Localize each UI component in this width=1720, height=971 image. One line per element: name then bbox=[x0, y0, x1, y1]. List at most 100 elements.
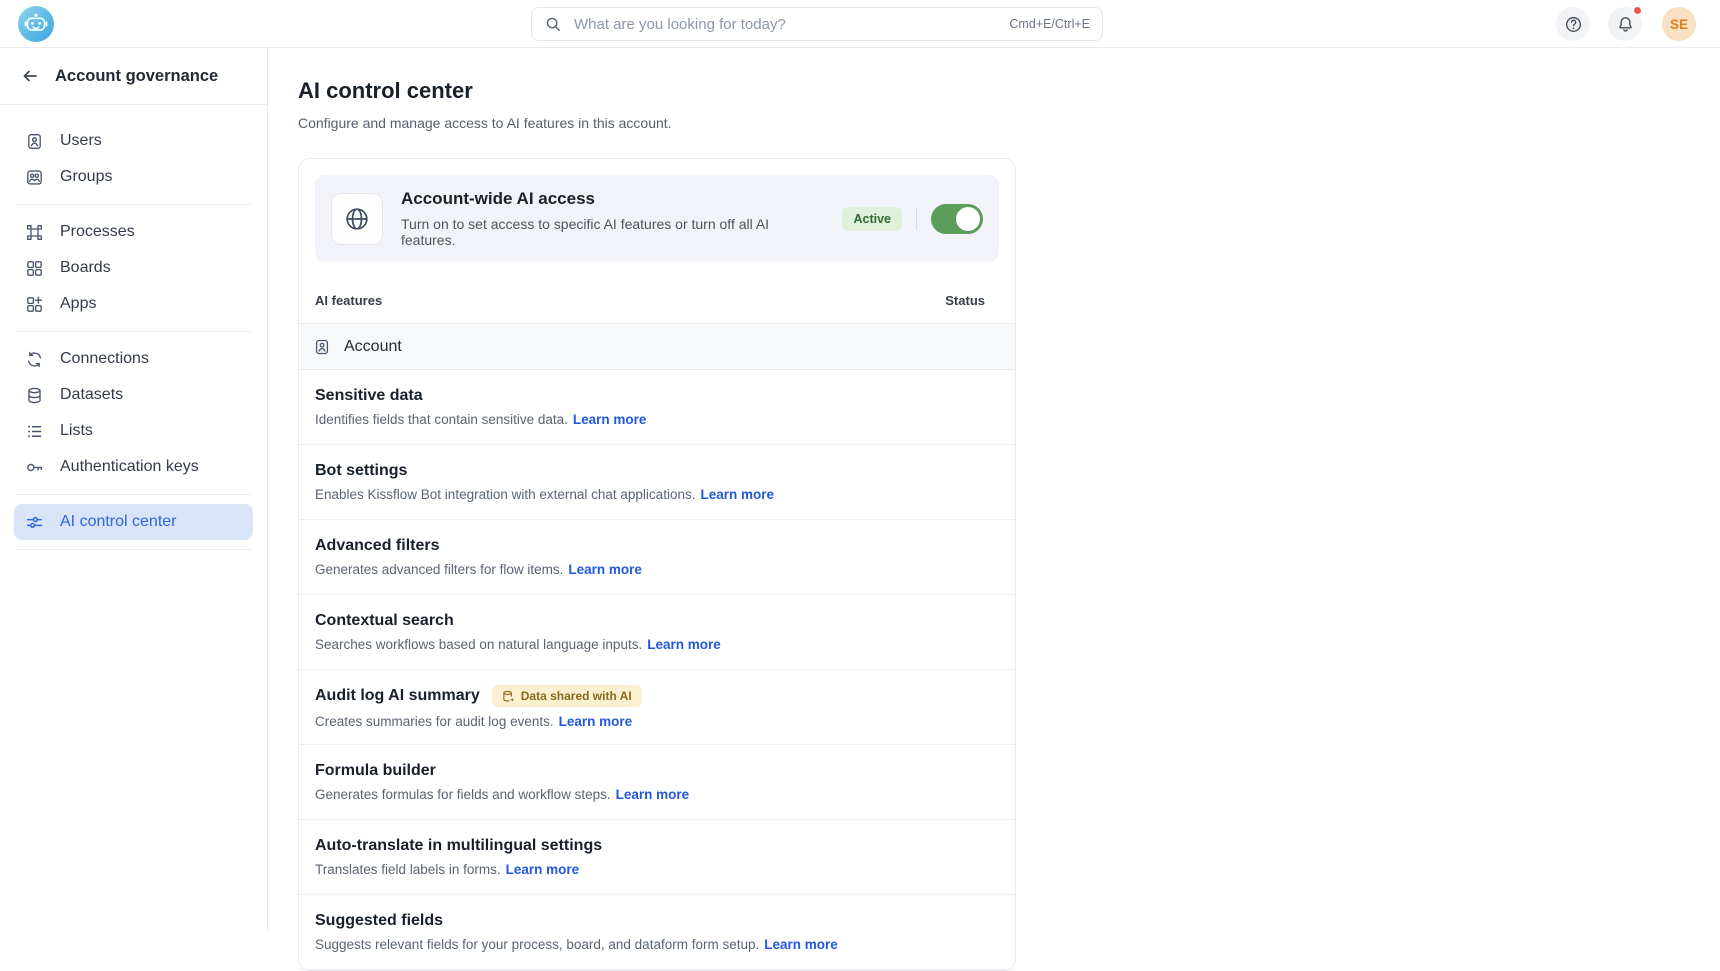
users-group-icon bbox=[25, 168, 44, 187]
lists-icon bbox=[25, 422, 44, 441]
table-header: AI features Status bbox=[299, 278, 1015, 324]
feature-name: Audit log AI summary bbox=[315, 687, 480, 705]
learn-more-link[interactable]: Learn more bbox=[568, 562, 642, 577]
column-ai-features: AI features bbox=[315, 293, 382, 308]
help-button[interactable] bbox=[1556, 7, 1590, 41]
page-subtitle: Configure and manage access to AI featur… bbox=[298, 115, 1720, 131]
sidebar-item-label: Authentication keys bbox=[60, 458, 199, 476]
sidebar-item-datasets[interactable]: Datasets bbox=[14, 377, 253, 413]
apps-icon bbox=[25, 295, 44, 314]
feature-name: Formula builder bbox=[315, 762, 436, 780]
question-icon bbox=[1564, 15, 1583, 34]
learn-more-link[interactable]: Learn more bbox=[764, 937, 838, 952]
user-avatar[interactable]: SE bbox=[1662, 7, 1696, 41]
feature-name: Auto-translate in multilingual settings bbox=[315, 837, 602, 855]
feature-name: Contextual search bbox=[315, 612, 454, 630]
access-card-title: Account-wide AI access bbox=[401, 189, 824, 209]
back-arrow-icon[interactable] bbox=[20, 66, 40, 86]
table-row-audit-log-ai-summary: Audit log AI summary Data shared with AI… bbox=[299, 670, 1015, 745]
search-input[interactable] bbox=[572, 15, 1009, 34]
sidebar: Account governance Users Groups Processe… bbox=[0, 48, 268, 930]
sliders-icon bbox=[25, 513, 44, 532]
database-sparkle-icon bbox=[502, 690, 515, 703]
feature-description: Enables Kissflow Bot integration with ex… bbox=[315, 487, 774, 502]
feature-description: Generates formulas for fields and workfl… bbox=[315, 787, 689, 802]
sidebar-item-label: Processes bbox=[60, 223, 135, 241]
divider bbox=[16, 494, 251, 495]
status-badge: Active bbox=[842, 207, 902, 231]
feature-description: Creates summaries for audit log events.L… bbox=[315, 714, 642, 729]
feature-name: Bot settings bbox=[315, 462, 407, 480]
datasets-icon bbox=[25, 386, 44, 405]
sidebar-item-label: Boards bbox=[60, 259, 111, 277]
account-wide-ai-access-panel: Account-wide AI access Turn on to set ac… bbox=[315, 175, 999, 262]
notifications-button[interactable] bbox=[1608, 7, 1642, 41]
column-status: Status bbox=[945, 293, 985, 308]
learn-more-link[interactable]: Learn more bbox=[616, 787, 690, 802]
table-row-suggested-fields: Suggested fields Suggests relevant field… bbox=[299, 895, 1015, 970]
sidebar-item-label: Connections bbox=[60, 350, 149, 368]
table-row-sensitive-data: Sensitive data Identifies fields that co… bbox=[299, 370, 1015, 445]
sidebar-item-users[interactable]: Users bbox=[14, 123, 253, 159]
sidebar-item-label: Lists bbox=[60, 422, 93, 440]
feature-description: Identifies fields that contain sensitive… bbox=[315, 412, 646, 427]
learn-more-link[interactable]: Learn more bbox=[506, 862, 580, 877]
learn-more-link[interactable]: Learn more bbox=[573, 412, 647, 427]
learn-more-link[interactable]: Learn more bbox=[647, 637, 721, 652]
table-row-advanced-filters: Advanced filters Generates advanced filt… bbox=[299, 520, 1015, 595]
feature-name: Sensitive data bbox=[315, 387, 423, 405]
key-icon bbox=[25, 458, 44, 477]
table-row-bot-settings: Bot settings Enables Kissflow Bot integr… bbox=[299, 445, 1015, 520]
account-wide-ai-toggle[interactable] bbox=[931, 204, 983, 234]
feature-description: Suggests relevant fields for your proces… bbox=[315, 937, 838, 952]
sidebar-item-label: Datasets bbox=[60, 386, 123, 404]
sidebar-header: Account governance bbox=[0, 48, 267, 105]
learn-more-link[interactable]: Learn more bbox=[700, 487, 774, 502]
divider bbox=[16, 331, 251, 332]
access-card-description: Turn on to set access to specific AI fea… bbox=[401, 216, 824, 248]
sidebar-item-ai-control-center[interactable]: AI control center bbox=[14, 504, 253, 540]
boards-icon bbox=[25, 259, 44, 278]
table-row-auto-translate-in-multilingual-settings: Auto-translate in multilingual settings … bbox=[299, 820, 1015, 895]
globe-icon bbox=[331, 193, 383, 245]
search-shortcut-hint: Cmd+E/Ctrl+E bbox=[1009, 17, 1090, 31]
connections-icon bbox=[25, 350, 44, 369]
kissflow-logo[interactable] bbox=[18, 6, 54, 42]
feature-description: Translates field labels in forms.Learn m… bbox=[315, 862, 602, 877]
section-row-account: Account bbox=[299, 324, 1015, 370]
account-icon bbox=[313, 338, 331, 356]
global-search: Cmd+E/Ctrl+E bbox=[531, 7, 1103, 41]
sidebar-item-label: Apps bbox=[60, 295, 96, 313]
divider bbox=[16, 549, 251, 550]
sidebar-item-authentication-keys[interactable]: Authentication keys bbox=[14, 449, 253, 485]
sidebar-item-connections[interactable]: Connections bbox=[14, 341, 253, 377]
sidebar-item-lists[interactable]: Lists bbox=[14, 413, 253, 449]
section-label: Account bbox=[344, 338, 402, 356]
table-row-contextual-search: Contextual search Searches workflows bas… bbox=[299, 595, 1015, 670]
page-title: AI control center bbox=[298, 78, 1720, 104]
table-row-formula-builder: Formula builder Generates formulas for f… bbox=[299, 745, 1015, 820]
sidebar-item-groups[interactable]: Groups bbox=[14, 159, 253, 195]
notification-dot bbox=[1632, 5, 1643, 16]
sidebar-item-label: AI control center bbox=[60, 513, 177, 531]
bell-icon bbox=[1616, 15, 1635, 34]
feature-name: Suggested fields bbox=[315, 912, 443, 930]
learn-more-link[interactable]: Learn more bbox=[559, 714, 633, 729]
feature-description: Searches workflows based on natural lang… bbox=[315, 637, 721, 652]
sidebar-item-label: Users bbox=[60, 132, 102, 150]
main-content: AI control center Configure and manage a… bbox=[268, 48, 1720, 930]
feature-rows: Sensitive data Identifies fields that co… bbox=[299, 370, 1015, 970]
data-shared-badge-label: Data shared with AI bbox=[521, 689, 632, 703]
sidebar-item-boards[interactable]: Boards bbox=[14, 250, 253, 286]
data-shared-badge: Data shared with AI bbox=[492, 685, 642, 707]
sidebar-item-apps[interactable]: Apps bbox=[14, 286, 253, 322]
sidebar-item-processes[interactable]: Processes bbox=[14, 214, 253, 250]
divider bbox=[16, 204, 251, 205]
search-icon bbox=[544, 15, 562, 33]
sidebar-item-label: Groups bbox=[60, 168, 112, 186]
divider bbox=[916, 208, 917, 230]
ai-features-card: Account-wide AI access Turn on to set ac… bbox=[298, 158, 1016, 971]
processes-icon bbox=[25, 223, 44, 242]
feature-name: Advanced filters bbox=[315, 537, 439, 555]
user-badge-icon bbox=[25, 132, 44, 151]
